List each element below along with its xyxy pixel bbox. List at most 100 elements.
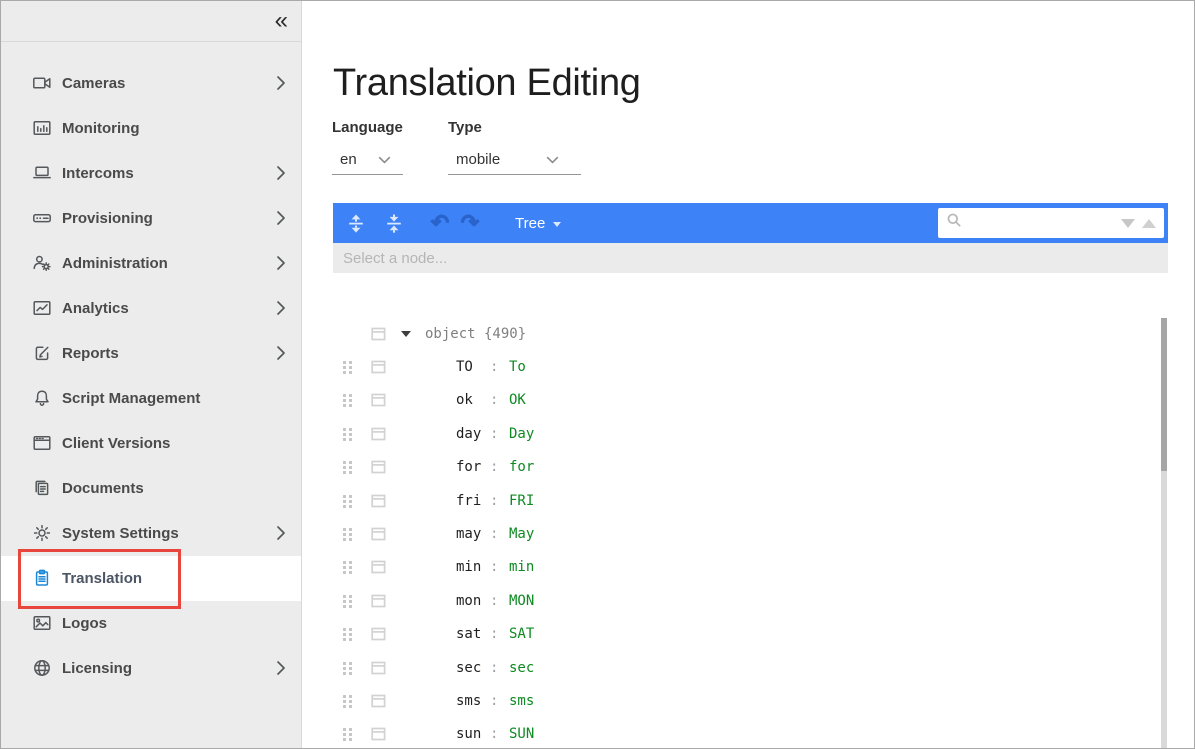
undo-button[interactable]: ↶ (427, 210, 453, 236)
context-menu-button[interactable] (371, 660, 386, 675)
context-menu-button[interactable] (371, 493, 386, 508)
tree-row: sat : SAT (333, 618, 1160, 651)
globe-icon (32, 658, 52, 678)
tree-value[interactable]: SUN (509, 726, 534, 742)
tree-value[interactable]: sec (509, 660, 534, 676)
search-previous-icon[interactable] (1142, 219, 1156, 228)
tree-path-bar[interactable]: Select a node... (333, 243, 1168, 273)
chevron-right-icon (276, 210, 286, 226)
expand-all-button[interactable] (343, 210, 369, 236)
context-menu-button[interactable] (371, 560, 386, 575)
type-filter-label: Type (448, 119, 581, 136)
tree-value[interactable]: OK (509, 392, 526, 408)
expand-all-icon (347, 214, 365, 233)
drag-handle-icon[interactable] (342, 727, 353, 741)
tree-key[interactable]: min (456, 559, 481, 575)
sidebar-item-script-management[interactable]: Script Management (1, 376, 301, 421)
sidebar-item-label: Administration (62, 255, 168, 272)
sidebar-item-documents[interactable]: Documents (1, 466, 301, 511)
tree-value[interactable]: Day (509, 426, 534, 442)
key-value-separator: : (490, 660, 498, 676)
sidebar-item-administration[interactable]: Administration (1, 241, 301, 286)
tree-value[interactable]: May (509, 526, 534, 542)
tree-key[interactable]: sat (456, 626, 481, 642)
tree-key[interactable]: TO (456, 359, 473, 375)
context-menu-button[interactable] (371, 460, 386, 475)
tree-key[interactable]: fri (456, 493, 481, 509)
tree-value[interactable]: SAT (509, 626, 534, 642)
sidebar-item-translation[interactable]: Translation (1, 556, 301, 601)
administration-icon (32, 253, 52, 273)
sidebar-item-cameras[interactable]: Cameras (1, 61, 301, 106)
sidebar-item-intercoms[interactable]: Intercoms (1, 151, 301, 196)
sidebar-item-licensing[interactable]: Licensing (1, 646, 301, 691)
drag-handle-icon[interactable] (342, 627, 353, 641)
language-filter: Language en (332, 119, 403, 175)
sidebar-item-logos[interactable]: Logos (1, 601, 301, 646)
search-next-icon[interactable] (1121, 219, 1135, 228)
sidebar-item-system-settings[interactable]: System Settings (1, 511, 301, 556)
scrollbar-track[interactable] (1161, 471, 1167, 748)
drag-handle-icon[interactable] (342, 460, 353, 474)
sidebar-item-monitoring[interactable]: Monitoring (1, 106, 301, 151)
drag-handle-icon[interactable] (342, 494, 353, 508)
context-menu-button[interactable] (371, 326, 386, 341)
key-value-separator: : (490, 593, 498, 609)
tree-row: may : May (333, 517, 1160, 550)
context-menu-button[interactable] (371, 693, 386, 708)
chevron-right-icon (276, 345, 286, 361)
tree-value[interactable]: sms (509, 693, 534, 709)
drag-handle-icon[interactable] (342, 661, 353, 675)
collapse-all-button[interactable] (381, 210, 407, 236)
tree-key[interactable]: for (456, 459, 481, 475)
tree-key[interactable]: sec (456, 660, 481, 676)
tree-key[interactable]: sms (456, 693, 481, 709)
key-value-separator: : (490, 526, 498, 542)
tree-value[interactable]: FRI (509, 493, 534, 509)
sidebar-collapse-button[interactable]: « (275, 4, 288, 38)
app-window: « Cameras Monitoring Intercoms Provision… (0, 0, 1195, 749)
tree-value[interactable]: MON (509, 593, 534, 609)
drag-handle-icon[interactable] (342, 694, 353, 708)
documents-icon (32, 478, 52, 498)
sidebar-item-provisioning[interactable]: Provisioning (1, 196, 301, 241)
reports-icon (32, 343, 52, 363)
drag-handle-icon[interactable] (342, 560, 353, 574)
tree-value[interactable]: min (509, 559, 534, 575)
drag-handle-icon[interactable] (342, 427, 353, 441)
context-menu-button[interactable] (371, 593, 386, 608)
context-menu-button[interactable] (371, 527, 386, 542)
tree-key[interactable]: ok (456, 392, 473, 408)
tree-key[interactable]: sun (456, 726, 481, 742)
redo-button[interactable]: ↷ (457, 210, 483, 236)
context-menu-button[interactable] (371, 393, 386, 408)
sidebar-item-client-versions[interactable]: Client Versions (1, 421, 301, 466)
drag-handle-icon[interactable] (342, 527, 353, 541)
drag-handle-icon[interactable] (342, 360, 353, 374)
scrollbar-thumb[interactable] (1161, 318, 1167, 471)
type-select[interactable]: mobile (448, 148, 581, 175)
tree-value[interactable]: To (509, 359, 526, 375)
sidebar-item-label: Reports (62, 345, 119, 362)
tree-key[interactable]: day (456, 426, 481, 442)
chevron-down-icon (378, 156, 391, 164)
tree-key[interactable]: may (456, 526, 481, 542)
key-value-separator: : (490, 392, 498, 408)
drag-handle-icon[interactable] (342, 393, 353, 407)
tree-key[interactable]: mon (456, 593, 481, 609)
context-menu-button[interactable] (371, 360, 386, 375)
context-menu-button[interactable] (371, 426, 386, 441)
sidebar-item-label: Logos (62, 615, 107, 632)
language-select[interactable]: en (332, 148, 403, 175)
context-menu-button[interactable] (371, 727, 386, 742)
tree-row: ok : OK (333, 384, 1160, 417)
context-menu-button[interactable] (371, 627, 386, 642)
sidebar-item-reports[interactable]: Reports (1, 331, 301, 376)
tree-value[interactable]: for (509, 459, 534, 475)
search-input[interactable] (969, 214, 1121, 232)
sidebar-item-analytics[interactable]: Analytics (1, 286, 301, 331)
tree-view: object {490} TO : To ok : OK (333, 273, 1160, 748)
collapse-caret-icon[interactable] (401, 331, 411, 337)
drag-handle-icon[interactable] (342, 594, 353, 608)
mode-dropdown-button[interactable]: Tree (515, 215, 561, 232)
